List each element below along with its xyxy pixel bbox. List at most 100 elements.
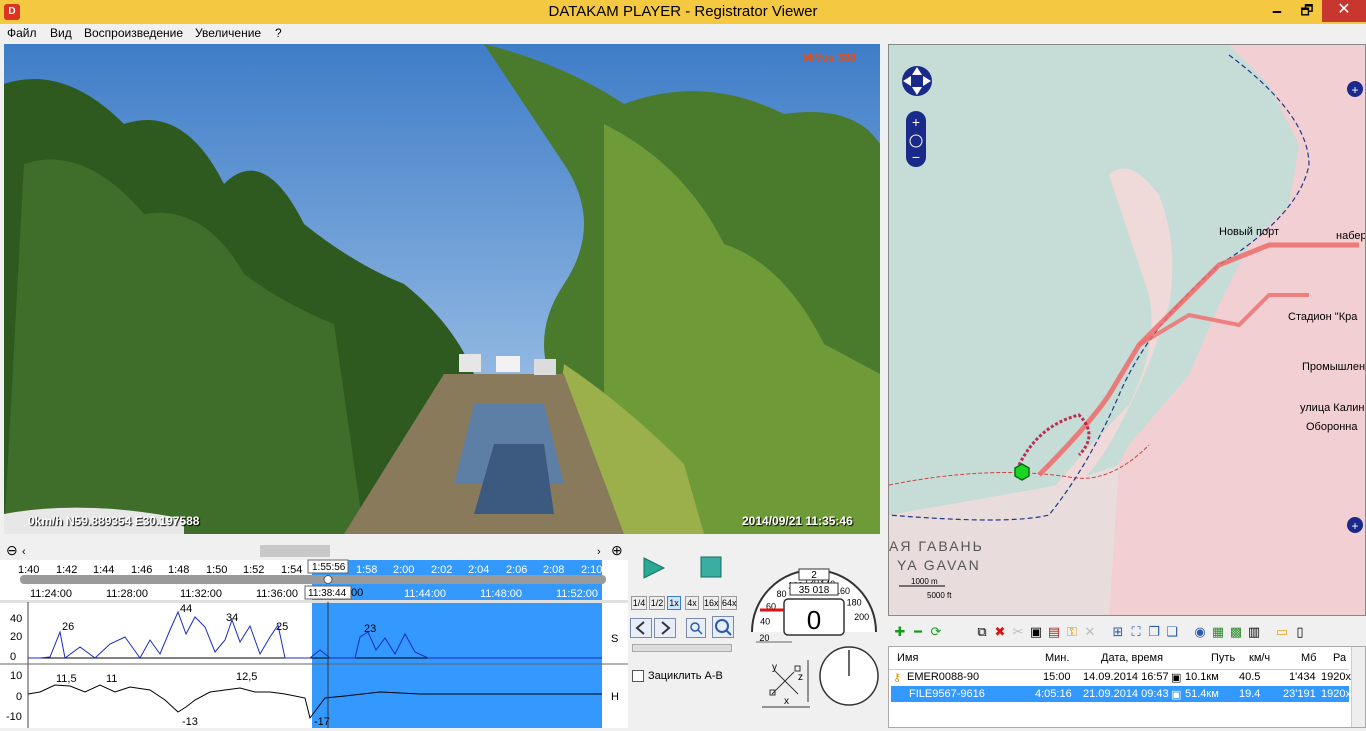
close-button[interactable]: ✕ (1322, 0, 1366, 22)
menu-file[interactable]: Файл (7, 26, 37, 40)
header-divider (889, 669, 1349, 670)
map-scale-feet: 5000 ft (927, 591, 952, 600)
gauge-tick-label: 80 (776, 589, 786, 599)
minimize-button[interactable]: 🗕 (1262, 0, 1292, 22)
menu-help[interactable]: ? (275, 26, 282, 40)
timeline-scrollbar-thumb[interactable] (260, 545, 330, 557)
gauge-tick-label: 180 (847, 597, 862, 607)
map-label-oboronnaya: Оборонна (1306, 421, 1358, 433)
top-tick-label: 1:42 (56, 564, 77, 576)
zoom-in-icon[interactable]: ⊕ (611, 542, 623, 558)
zoom-out-icon[interactable]: ⊖ (6, 542, 18, 558)
film-icon[interactable]: ▥ (1246, 624, 1262, 640)
add-file-icon[interactable]: ✚ (892, 624, 908, 640)
key-icon[interactable]: ⚿ (1064, 624, 1080, 640)
image-icon[interactable]: ▩ (1228, 624, 1244, 640)
clock-tick-label: 11:32:00 (180, 588, 222, 600)
delete-icon[interactable]: ✖ (992, 624, 1008, 640)
scroll-right-icon[interactable]: › (597, 546, 601, 558)
speed-button[interactable]: 4x (685, 596, 699, 610)
export-icon[interactable]: ▤ (1046, 624, 1062, 640)
menu-playback[interactable]: Воспроизведение (84, 26, 183, 40)
fullscreen-icon[interactable]: ⛶ (1128, 624, 1144, 640)
column-resolution[interactable]: Ра (1333, 652, 1346, 664)
new-window-icon[interactable]: ⊞ (1110, 624, 1126, 640)
stop-icon[interactable] (700, 556, 722, 578)
cut-icon[interactable]: ✂ (1010, 624, 1026, 640)
tile-icon[interactable]: ❏ (1164, 624, 1180, 640)
column-path[interactable]: Путь (1211, 652, 1235, 664)
map-label-harbor-ru: АЯ ГАВАНЬ (889, 538, 984, 554)
maximize-button[interactable]: 🗗 (1292, 0, 1322, 22)
speed-button[interactable]: 16x (703, 596, 719, 610)
copy-icon[interactable]: ⧉ (974, 624, 990, 640)
timeline-svg[interactable]: ⊖ ‹ › ⊕ 1:40 1:42 1:44 1:46 1:48 1:50 1:52 1:54… (0, 542, 628, 728)
axis-y-label: y (772, 662, 777, 673)
map-zoom-out-icon[interactable]: − (912, 149, 920, 165)
top-tick-label: 1:46 (131, 564, 152, 576)
gps-overlay: 0km/h N59.889354 E30.197588 (28, 514, 200, 528)
top-tick-label: 1:48 (168, 564, 189, 576)
clock-tick-label: 11:52:00 (556, 588, 598, 600)
map-expand-icon[interactable]: + (1347, 81, 1363, 97)
vehicle-position-marker (1014, 463, 1030, 481)
position-slider-thumb[interactable] (323, 575, 333, 584)
column-kmh[interactable]: км/ч (1249, 652, 1270, 664)
top-tick-label: 2:08 (543, 564, 564, 576)
scroll-left-icon[interactable]: ‹ (22, 546, 26, 558)
menu-view[interactable]: Вид (50, 26, 72, 40)
map-zoom-in-icon[interactable]: + (912, 114, 920, 130)
height-axis-label: 0 (16, 691, 22, 703)
top-tick-label: 1:50 (206, 564, 227, 576)
remove-file-icon[interactable]: ━ (910, 624, 926, 640)
column-mb[interactable]: Мб (1301, 652, 1316, 664)
speed-button[interactable]: 64x (721, 596, 737, 610)
zoom-small-icon[interactable] (686, 618, 706, 638)
map-expand-icon-bottom[interactable]: + (1347, 517, 1363, 533)
windows-icon[interactable]: ❐ (1146, 624, 1162, 640)
speed-graph-label: S (611, 633, 618, 645)
menu-zoom[interactable]: Увеличение (195, 26, 261, 40)
play-icon[interactable] (642, 556, 666, 580)
row-status-icon: ▣ (1171, 689, 1182, 701)
speed-button[interactable]: 1x (667, 596, 681, 610)
clock-tick-label: 11:44:00 (404, 588, 446, 600)
video-frame[interactable]: MIVue 388 0km/h N59.889354 E30.197588 20… (4, 44, 880, 534)
folder-icon[interactable]: ▭ (1274, 624, 1290, 640)
map-label-new-port: Новый порт (1219, 226, 1279, 238)
loop-checkbox[interactable] (632, 670, 644, 682)
map-panel[interactable]: Новый порт набер Стадион "Кра Промышленн… (888, 44, 1366, 616)
timeline-panel: ⊖ ‹ › ⊕ 1:40 1:42 1:44 1:46 1:48 1:50 1:52 1:54… (0, 542, 628, 728)
document-icon[interactable]: ▯ (1292, 624, 1308, 640)
cursor-time: 1:55:56 (312, 562, 346, 573)
height-value-label: 11,5 (56, 673, 77, 685)
save-icon[interactable]: ▣ (1028, 624, 1044, 640)
tools-icon[interactable]: ✕ (1082, 624, 1098, 640)
map-view-icon[interactable]: ▦ (1210, 624, 1226, 640)
top-tick-label: 1:40 (18, 564, 39, 576)
column-datetime[interactable]: Дата, время (1101, 652, 1163, 664)
map-label-industrial: Промышленн (1302, 361, 1366, 373)
axis-z-label: z (798, 672, 803, 683)
speed-button[interactable]: 1/2 (649, 596, 665, 610)
column-minutes[interactable]: Мин. (1045, 652, 1069, 664)
speed-button[interactable]: 1/4 (631, 596, 647, 610)
prev-frame-icon[interactable] (630, 618, 652, 638)
refresh-icon[interactable]: ⟳ (928, 624, 944, 640)
playback-controls: Зациклить A-B (628, 542, 742, 728)
globe-icon[interactable]: ◉ (1192, 624, 1208, 640)
clock-tick-label: 11:48:00 (480, 588, 522, 600)
table-scrollbar[interactable] (1351, 647, 1365, 727)
odometer: 35 018 (799, 585, 830, 596)
next-frame-icon[interactable] (654, 618, 676, 638)
map-label-stadium: Стадион "Кра (1288, 311, 1358, 323)
column-name[interactable]: Имя (897, 652, 918, 664)
clock-tick-label: 11:36:00 (256, 588, 298, 600)
volume-slider[interactable] (632, 644, 732, 652)
position-slider-track[interactable] (20, 575, 606, 584)
zoom-large-icon[interactable] (712, 616, 734, 638)
map-zoom-control[interactable]: + − (906, 111, 926, 167)
partial-tick-label: 00 (351, 587, 363, 599)
map-pan-control[interactable] (902, 66, 932, 96)
map-label-kalinina: улица Калини (1300, 402, 1366, 414)
